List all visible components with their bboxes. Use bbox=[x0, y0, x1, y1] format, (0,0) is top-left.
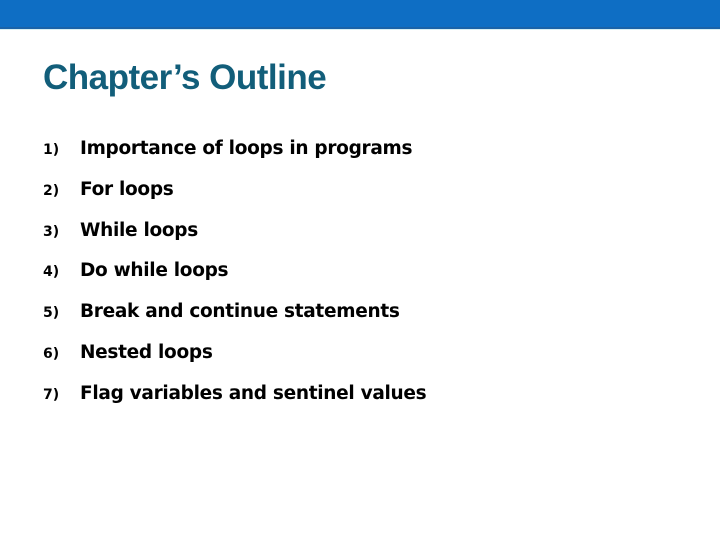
outline-item-number: 2) bbox=[43, 182, 60, 199]
outline-item-text: Importance of loops in programs bbox=[80, 138, 413, 159]
outline-item-text: Flag variables and sentinel values bbox=[80, 382, 427, 404]
header-bar-accent-line bbox=[0, 29, 720, 30]
outline-item: 1) Importance of loops in programs bbox=[43, 138, 426, 179]
outline-item-number: 6) bbox=[43, 345, 60, 362]
outline-item: 4) Do while loops bbox=[43, 260, 426, 301]
outline-item-number: 7) bbox=[43, 386, 60, 403]
outline-item: 5) Break and continue statements bbox=[43, 301, 426, 342]
outline-item-number: 3) bbox=[43, 223, 60, 240]
outline-item-text: Do while loops bbox=[80, 260, 229, 282]
outline-item-text: Nested loops bbox=[80, 341, 213, 363]
outline-item-text: While loops bbox=[80, 219, 198, 241]
outline-item-number: 1) bbox=[43, 142, 60, 158]
slide-title: Chapter’s Outline bbox=[43, 58, 327, 97]
outline-item: 2) For loops bbox=[43, 179, 426, 220]
outline-item: 6) Nested loops bbox=[43, 342, 426, 383]
outline-item-number: 5) bbox=[43, 305, 60, 322]
outline-item-number: 4) bbox=[43, 264, 60, 281]
outline-item-text: For loops bbox=[80, 178, 174, 200]
chapter-outline-list: 1) Importance of loops in programs 2) Fo… bbox=[43, 138, 427, 424]
outline-item-text: Break and continue statements bbox=[80, 301, 400, 323]
outline-item: 7) Flag variables and sentinel values bbox=[43, 382, 427, 424]
slide: Chapter’s Outline 1) Importance of loops… bbox=[0, 0, 720, 540]
outline-item: 3) While loops bbox=[43, 220, 426, 261]
header-bar bbox=[0, 0, 720, 29]
